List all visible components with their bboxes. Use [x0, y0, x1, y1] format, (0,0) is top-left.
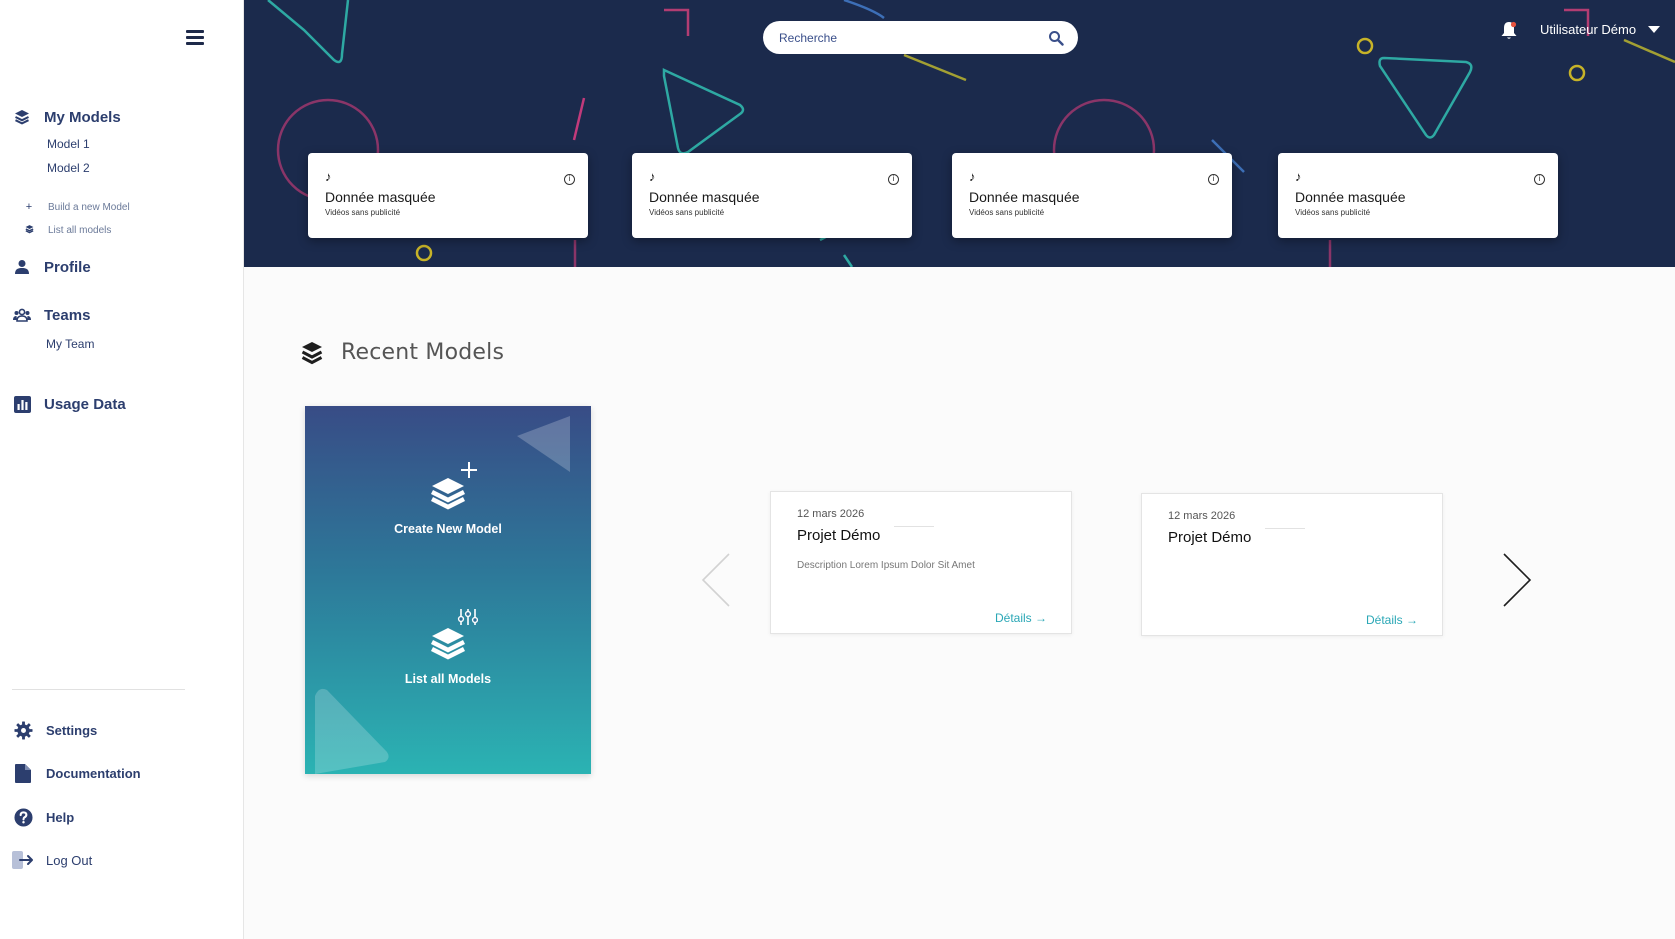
help-link[interactable]: Help [12, 806, 74, 828]
build-new-model-link[interactable]: + Build a new Model [24, 201, 130, 213]
sidebar-subitem-model-2[interactable]: Model 2 [47, 161, 90, 175]
bell-icon[interactable] [1500, 21, 1518, 41]
sidebar-subitem-model-1[interactable]: Model 1 [47, 137, 90, 151]
project-title: Projet Démo [797, 527, 881, 544]
sidebar-item-label: Usage Data [44, 395, 126, 413]
hero-banner: Utilisateur Démo ♪ i Donnée masquée Vidé… [244, 0, 1675, 267]
create-new-model-button[interactable]: Create New Model [305, 458, 591, 536]
stat-card: ♪ i Donnée masquée Vidéos sans publicité [1278, 153, 1558, 238]
search-input[interactable] [779, 30, 1048, 45]
help-label: Help [46, 809, 75, 825]
carousel-prev-arrow[interactable] [701, 552, 731, 608]
layers-icon [24, 224, 34, 237]
music-note-icon: ♪ [325, 169, 332, 184]
search-icon[interactable] [1048, 30, 1064, 46]
search-bar[interactable] [763, 21, 1078, 54]
details-link[interactable]: Détails → [1366, 613, 1418, 627]
stat-subtitle: Vidéos sans publicité [325, 208, 401, 217]
user-icon [12, 257, 32, 277]
stat-subtitle: Vidéos sans publicité [649, 208, 725, 217]
sidebar-item-teams[interactable]: Teams [12, 305, 90, 325]
info-icon[interactable]: i [888, 174, 899, 185]
project-description: Description Lorem Ipsum Dolor Sit Amet [797, 560, 975, 571]
info-icon[interactable]: i [564, 174, 575, 185]
add-layers-icon [430, 462, 477, 510]
sidebar-item-label: My Models [44, 108, 121, 126]
build-new-model-label: Build a new Model [48, 201, 130, 213]
document-icon [12, 762, 34, 784]
tune-layers-icon [430, 609, 478, 660]
project-card[interactable]: 12 mars 2026 Projet Démo Détails → [1141, 493, 1443, 636]
sidebar-item-usage-data[interactable]: Usage Data [12, 394, 126, 414]
user-menu[interactable]: Utilisateur Démo [1540, 22, 1661, 37]
layers-icon [301, 341, 323, 364]
settings-label: Settings [46, 722, 98, 738]
model-actions-card: Create New Model List all Models [305, 406, 591, 774]
layers-icon [12, 107, 32, 127]
info-icon[interactable]: i [1208, 174, 1219, 185]
carousel-next-arrow[interactable] [1502, 552, 1532, 608]
sidebar-item-my-models[interactable]: My Models [12, 107, 121, 127]
music-note-icon: ♪ [969, 169, 976, 184]
sidebar: My Models Model 1 Model 2 + Build a new … [0, 0, 244, 939]
create-new-model-label: Create New Model [394, 522, 502, 536]
section-title: Recent Models [301, 340, 504, 365]
plus-icon: + [25, 201, 33, 213]
gear-icon [12, 719, 34, 741]
project-date: 12 mars 2026 [1168, 510, 1236, 522]
user-name: Utilisateur Démo [1540, 22, 1637, 37]
list-all-models-label: List all models [48, 225, 112, 236]
help-icon [12, 806, 34, 828]
stat-subtitle: Vidéos sans publicité [969, 208, 1045, 217]
team-icon [12, 305, 32, 325]
stat-title: Donnée masquée [969, 189, 1080, 205]
project-title: Projet Démo [1168, 529, 1252, 546]
logout-label: Log Out [46, 852, 93, 868]
sidebar-item-profile[interactable]: Profile [12, 257, 91, 277]
stat-card: ♪ i Donnée masquée Vidéos sans publicité [632, 153, 912, 238]
chevron-down-icon [1648, 26, 1661, 33]
stat-title: Donnée masquée [649, 189, 760, 205]
stat-title: Donnée masquée [1295, 189, 1406, 205]
section-title-text: Recent Models [341, 340, 505, 365]
list-all-models-label: List all Models [404, 672, 492, 686]
info-icon[interactable]: i [1534, 174, 1545, 185]
hamburger-icon[interactable] [186, 30, 204, 46]
sidebar-divider [12, 689, 185, 690]
logout-link[interactable]: Log Out [12, 849, 92, 871]
documentation-label: Documentation [46, 765, 141, 781]
stat-title: Donnée masquée [325, 189, 436, 205]
sidebar-item-label: Profile [44, 258, 91, 276]
list-all-models-link[interactable]: List all models [24, 224, 111, 237]
documentation-link[interactable]: Documentation [12, 762, 141, 784]
stat-card: ♪ i Donnée masquée Vidéos sans publicité [952, 153, 1232, 238]
project-card[interactable]: 12 mars 2026 Projet Démo Description Lor… [770, 491, 1072, 634]
sidebar-subitem-my-team[interactable]: My Team [46, 337, 94, 351]
stat-subtitle: Vidéos sans publicité [1295, 208, 1371, 217]
list-all-models-button[interactable]: List all Models [305, 608, 591, 686]
project-date: 12 mars 2026 [797, 508, 865, 520]
logout-icon [12, 849, 34, 871]
settings-link[interactable]: Settings [12, 719, 97, 741]
chart-icon [12, 394, 32, 414]
details-link[interactable]: Détails → [995, 611, 1047, 625]
music-note-icon: ♪ [1295, 169, 1302, 184]
music-note-icon: ♪ [649, 169, 656, 184]
stat-card: ♪ i Donnée masquée Vidéos sans publicité [308, 153, 588, 238]
sidebar-item-label: Teams [44, 306, 91, 324]
